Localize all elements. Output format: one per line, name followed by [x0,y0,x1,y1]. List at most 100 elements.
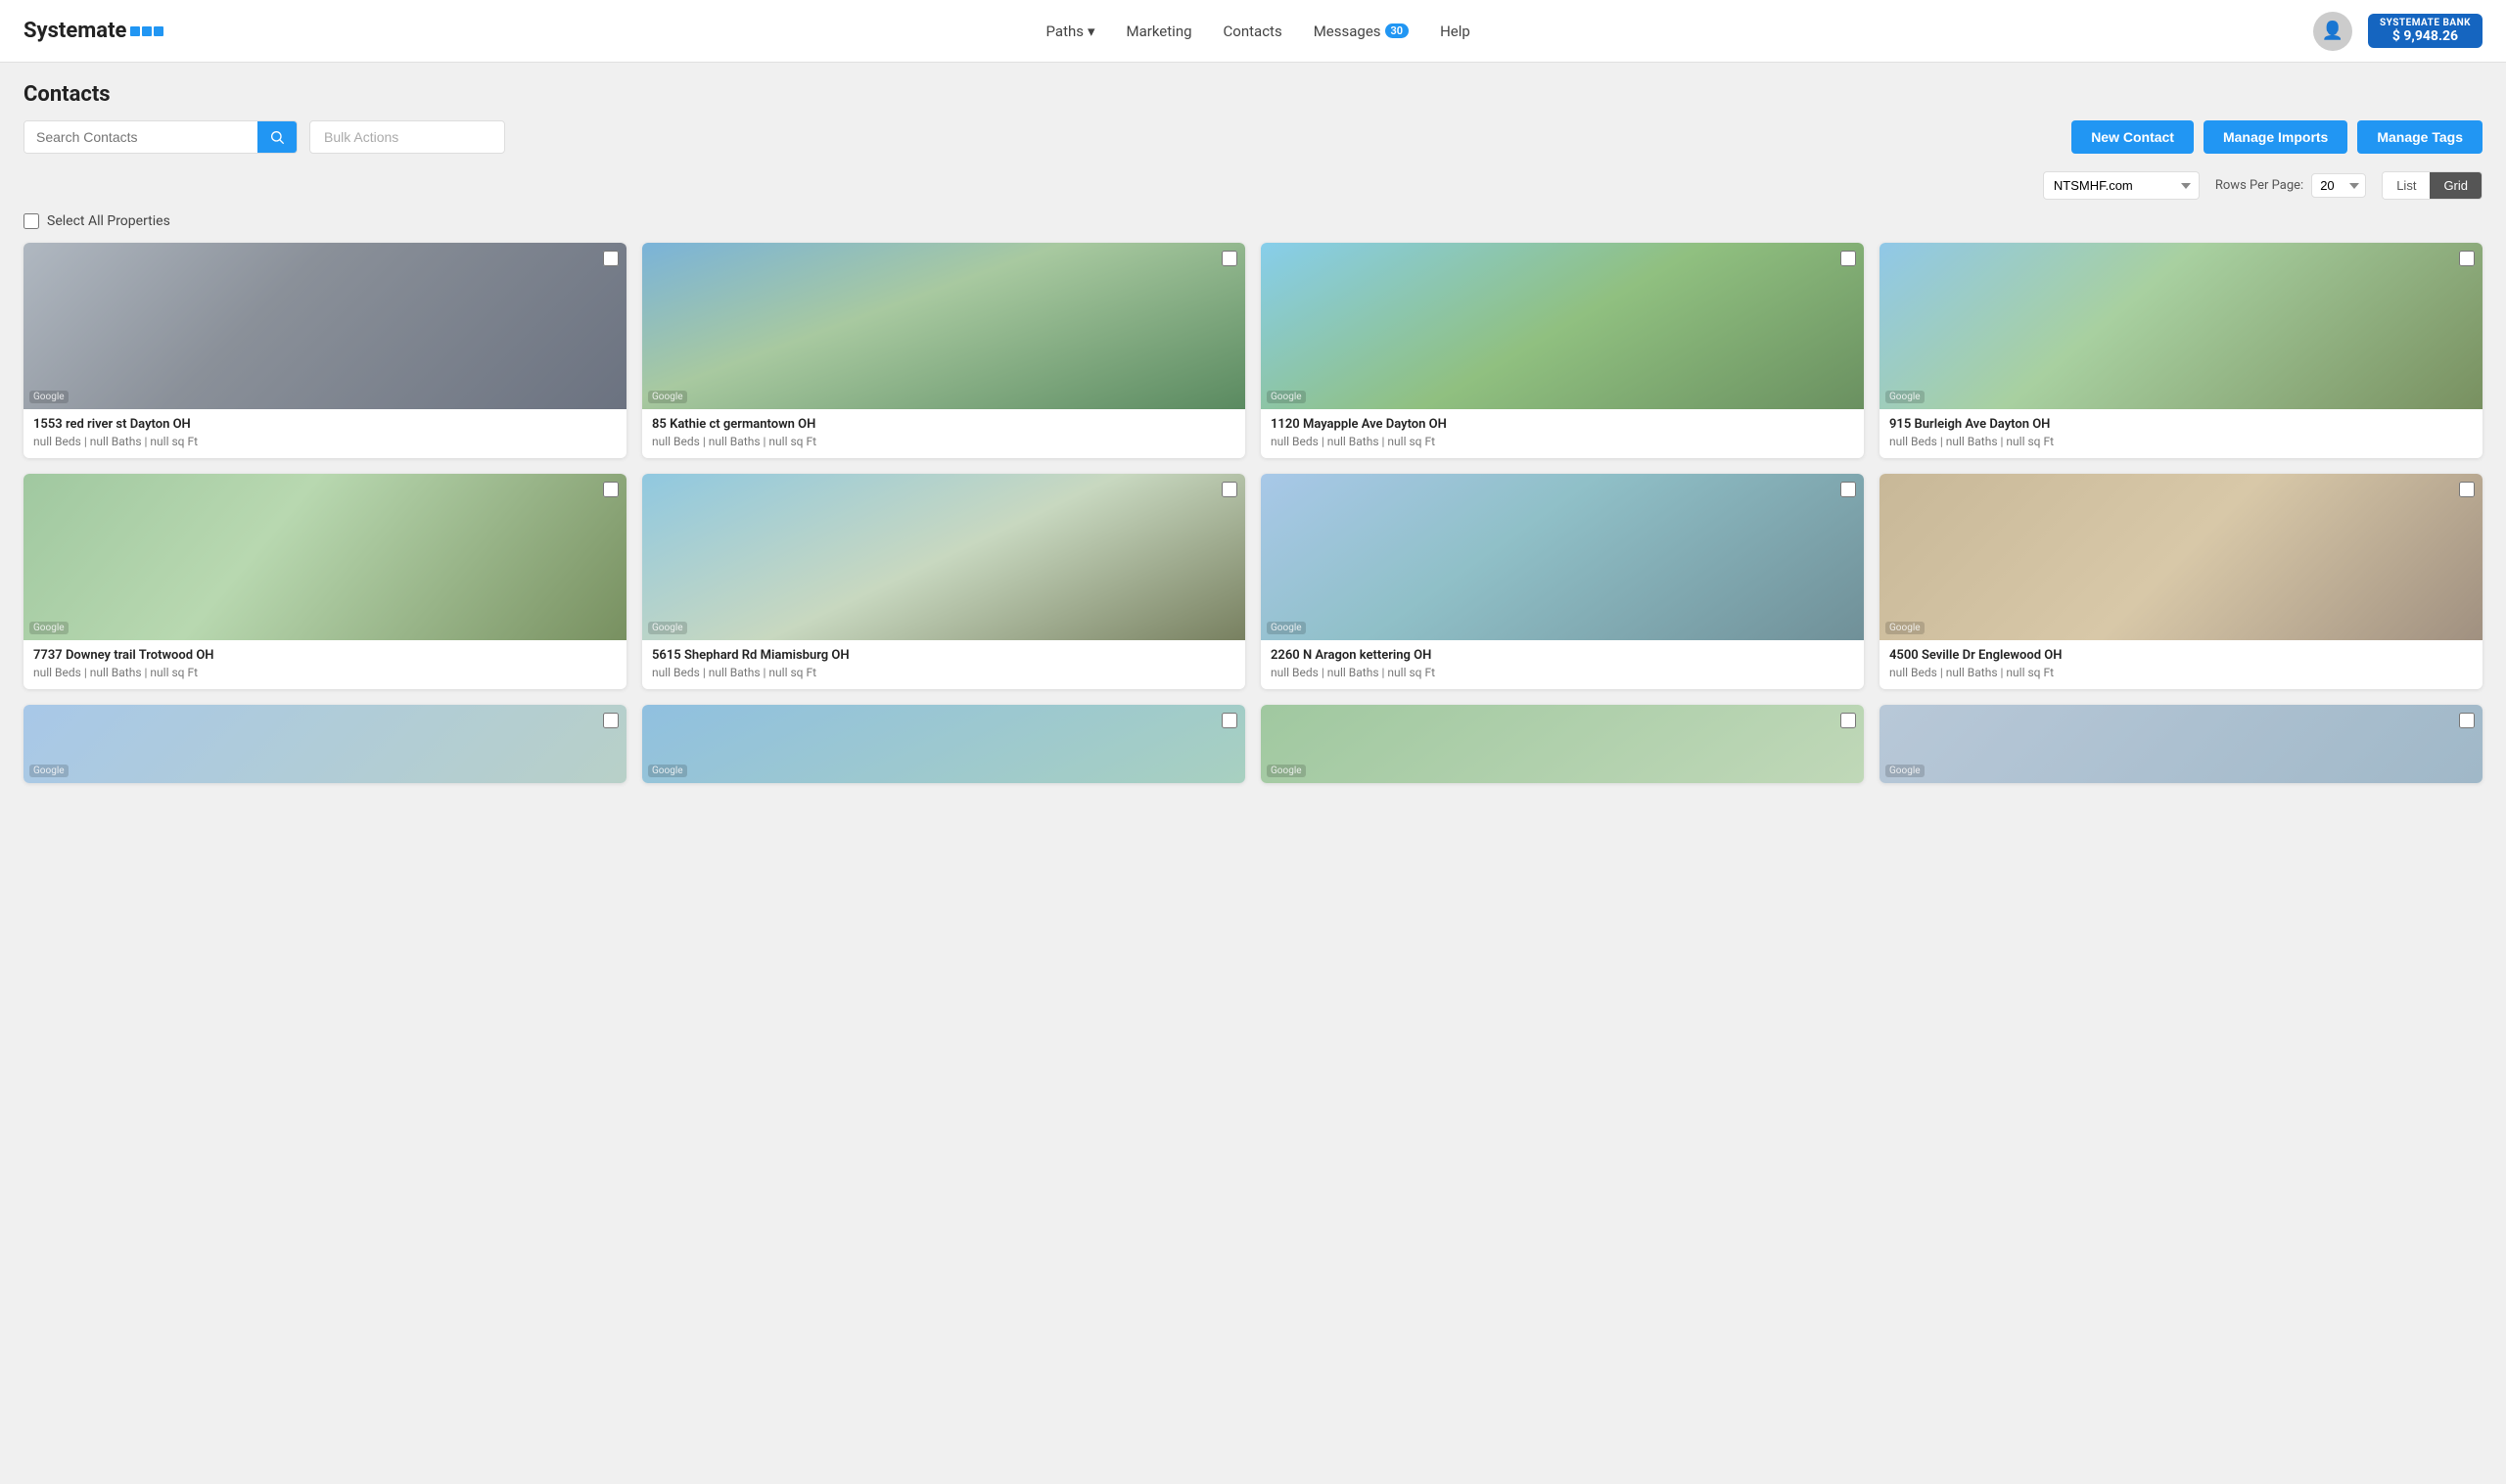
nav-help-label: Help [1440,23,1470,40]
nav-marketing[interactable]: Marketing [1127,23,1192,40]
nav-right: 👤 SYSTEMATE BANK $ 9,948.26 [2313,12,2483,51]
property-info: 1120 Mayapple Ave Dayton OH null Beds | … [1261,409,1864,458]
property-info: 1553 red river st Dayton OH null Beds | … [23,409,626,458]
select-all-checkbox[interactable] [23,213,39,229]
bank-widget[interactable]: SYSTEMATE BANK $ 9,948.26 [2368,14,2483,48]
manage-imports-button[interactable]: Manage Imports [2204,120,2347,154]
google-watermark: Google [29,391,69,403]
property-checkbox[interactable] [1840,482,1856,497]
property-checkbox[interactable] [2459,482,2475,497]
select-all-row: Select All Properties [23,213,2483,229]
manage-imports-label: Manage Imports [2223,129,2328,145]
property-checkbox[interactable] [603,251,619,266]
property-info: 2260 N Aragon kettering OH null Beds | n… [1261,640,1864,689]
bulk-actions-label: Bulk Actions [324,129,398,145]
property-card[interactable]: Google 4500 Seville Dr Englewood OH null… [1880,474,2483,689]
nav-paths[interactable]: Paths ▾ [1046,23,1095,40]
grid-view-label: Grid [2443,178,2468,193]
property-address: 915 Burleigh Ave Dayton OH [1889,417,2473,432]
search-button[interactable] [257,121,297,153]
property-image: Google [1880,243,2483,409]
property-checkbox[interactable] [1840,251,1856,266]
property-address: 85 Kathie ct germantown OH [652,417,1235,432]
select-all-label: Select All Properties [47,213,170,229]
search-wrapper [23,120,298,154]
manage-tags-button[interactable]: Manage Tags [2357,120,2483,154]
property-checkbox[interactable] [2459,713,2475,728]
toolbar: Bulk Actions New Contact Manage Imports … [23,120,2483,154]
property-info: 85 Kathie ct germantown OH null Beds | n… [642,409,1245,458]
avatar[interactable]: 👤 [2313,12,2352,51]
property-image: Google [23,474,626,640]
google-watermark: Google [648,622,687,634]
property-details: null Beds | null Baths | null sq Ft [652,435,1235,448]
google-watermark: Google [29,622,69,634]
property-image: Google [23,243,626,409]
property-image: Google [1880,474,2483,640]
property-address: 1120 Mayapple Ave Dayton OH [1271,417,1854,432]
property-image: Google [1261,474,1864,640]
rows-per-page-select[interactable]: 10 20 50 100 [2311,173,2366,198]
property-card[interactable]: Google 7737 Downey trail Trotwood OH nul… [23,474,626,689]
logo-text: Systemate [23,19,126,43]
property-image: Google [1261,243,1864,409]
nav-contacts[interactable]: Contacts [1224,23,1282,40]
property-address: 5615 Shephard Rd Miamisburg OH [652,648,1235,663]
bulk-actions-button[interactable]: Bulk Actions [309,120,505,154]
rows-per-page-label: Rows Per Page: [2215,178,2303,193]
chevron-down-icon: ▾ [1088,23,1095,40]
property-checkbox[interactable] [1222,482,1237,497]
google-watermark: Google [1885,765,1925,777]
property-details: null Beds | null Baths | null sq Ft [33,435,617,448]
nav-help[interactable]: Help [1440,23,1470,40]
property-checkbox[interactable] [1840,713,1856,728]
property-card[interactable]: Google 1120 Mayapple Ave Dayton OH null … [1261,243,1864,458]
view-toggle: List Grid [2382,171,2483,200]
property-card[interactable]: Google 1553 red river st Dayton OH null … [23,243,626,458]
page-title: Contacts [23,82,2483,107]
list-view-button[interactable]: List [2383,172,2430,199]
google-watermark: Google [1885,391,1925,403]
google-watermark: Google [29,765,69,777]
property-address: 4500 Seville Dr Englewood OH [1889,648,2473,663]
logo[interactable]: Systemate [23,19,163,43]
action-buttons: New Contact Manage Imports Manage Tags [2071,120,2483,154]
google-watermark: Google [1267,765,1306,777]
grid-view-button[interactable]: Grid [2430,172,2482,199]
property-card[interactable]: Google 915 Burleigh Ave Dayton OH null B… [1880,243,2483,458]
filter-bar: NTSMHF.com Rows Per Page: 10 20 50 100 L… [23,163,2483,200]
property-image: Google [1880,705,2483,783]
google-watermark: Google [1267,622,1306,634]
bank-amount: $ 9,948.26 [2380,28,2471,44]
property-checkbox[interactable] [1222,251,1237,266]
property-card[interactable]: Google 85 Kathie ct germantown OH null B… [642,243,1245,458]
source-filter[interactable]: NTSMHF.com [2043,171,2200,200]
property-card[interactable]: Google [23,705,626,783]
property-checkbox[interactable] [603,482,619,497]
rows-per-page-wrapper: Rows Per Page: 10 20 50 100 [2215,173,2366,198]
google-watermark: Google [648,765,687,777]
property-image: Google [1261,705,1864,783]
list-view-label: List [2396,178,2416,193]
new-contact-button[interactable]: New Contact [2071,120,2194,154]
property-details: null Beds | null Baths | null sq Ft [33,666,617,679]
property-address: 1553 red river st Dayton OH [33,417,617,432]
property-card[interactable]: Google [1880,705,2483,783]
logo-icon [130,26,163,36]
google-watermark: Google [1885,622,1925,634]
search-icon [269,129,285,145]
property-details: null Beds | null Baths | null sq Ft [1271,666,1854,679]
property-checkbox[interactable] [2459,251,2475,266]
nav-messages[interactable]: Messages 30 [1314,23,1409,40]
property-info: 4500 Seville Dr Englewood OH null Beds |… [1880,640,2483,689]
property-card[interactable]: Google 2260 N Aragon kettering OH null B… [1261,474,1864,689]
property-card[interactable]: Google 5615 Shephard Rd Miamisburg OH nu… [642,474,1245,689]
property-card[interactable]: Google [1261,705,1864,783]
property-checkbox[interactable] [1222,713,1237,728]
property-card[interactable]: Google [642,705,1245,783]
property-checkbox[interactable] [603,713,619,728]
property-image: Google [642,705,1245,783]
search-input[interactable] [24,121,257,153]
page-container: Contacts Bulk Actions New Contact Manage… [0,63,2506,803]
property-details: null Beds | null Baths | null sq Ft [1271,435,1854,448]
